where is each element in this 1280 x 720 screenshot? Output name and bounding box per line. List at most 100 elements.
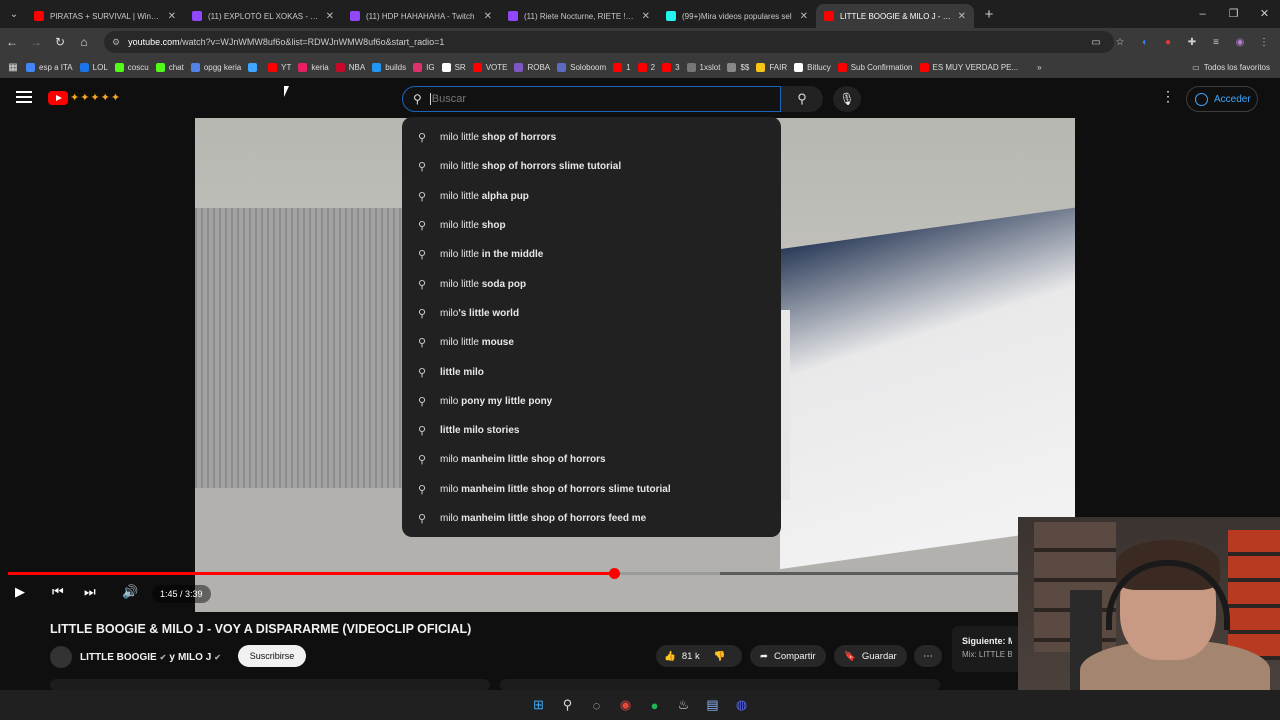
search-suggestion-item[interactable]: ⚲ little milo [402, 357, 781, 386]
bookmark-item[interactable]: builds [372, 62, 406, 72]
minimize-button[interactable]: – [1187, 0, 1218, 28]
previous-icon[interactable]: ⏮ [52, 584, 64, 600]
search-suggestion-item[interactable]: ⚲ milo little mouse [402, 328, 781, 357]
bookmark-item[interactable]: opgg keria [190, 62, 241, 72]
tab-close-icon[interactable]: ✕ [958, 11, 966, 22]
notepad-icon[interactable]: ▤ [700, 692, 726, 718]
bookmark-item[interactable]: LOL [79, 62, 108, 72]
more-actions-icon[interactable]: ⋯ [914, 645, 942, 667]
search-suggestion-item[interactable]: ⚲ milo manheim little shop of horrors [402, 445, 781, 474]
channel-info[interactable]: LITTLE BOOGIE ✔ y MILO J ✔ [50, 646, 221, 668]
profile-avatar-icon[interactable]: ◉ [1228, 37, 1252, 48]
search-suggestion-item[interactable]: ⚲ milo little in the middle [402, 240, 781, 269]
bookmark-item[interactable]: NBA [335, 62, 365, 72]
bookmark-item[interactable]: SR [441, 62, 466, 72]
bookmark-item[interactable]: IG [413, 62, 435, 72]
share-button[interactable]: ➦ Compartir [750, 645, 826, 667]
search-suggestion-item[interactable]: ⚲ milo little shop of horrors slime tutor… [402, 152, 781, 181]
reload-icon[interactable]: ↻ [48, 35, 72, 49]
extension-red-icon[interactable]: ● [1156, 37, 1180, 48]
chrome-icon[interactable]: ◉ [613, 692, 639, 718]
extensions-puzzle-icon[interactable]: ✚ [1180, 37, 1204, 48]
search-suggestion-item[interactable]: ⚲ milo little soda pop [402, 269, 781, 298]
discord-icon[interactable]: ◍ [729, 692, 755, 718]
maximize-button[interactable]: ❐ [1218, 0, 1249, 28]
steam-icon[interactable]: ♨ [671, 692, 697, 718]
tab-close-icon[interactable]: ✕ [800, 11, 808, 22]
tab-close-icon[interactable]: ✕ [326, 11, 334, 22]
sign-in-button[interactable]: Acceder [1186, 86, 1258, 112]
app-icon[interactable]: ◌ [584, 692, 610, 718]
windows-start-icon[interactable]: ⊞ [526, 692, 552, 718]
bookmark-item[interactable]: Soloboom [557, 62, 606, 72]
search-suggestion-item[interactable]: ⚲ milo pony my little pony [402, 387, 781, 416]
browser-tab[interactable]: (11) HDP HAHAHAHA - Twitch ✕ [342, 4, 500, 28]
taskbar-search-icon[interactable]: ⚲ [555, 692, 581, 718]
browser-tab[interactable]: LITTLE BOOGIE & MILO J - VOY ✕ [816, 4, 974, 28]
bookmark-item[interactable]: Bitlucy [794, 62, 831, 72]
tab-search-chevron-icon[interactable]: ⌄ [2, 4, 26, 24]
bookmark-item[interactable]: esp a ITA [26, 62, 73, 72]
next-icon[interactable]: ⏭ [84, 584, 96, 600]
home-icon[interactable]: ⌂ [72, 35, 96, 49]
volume-icon[interactable]: 🔊 [122, 584, 138, 600]
back-icon[interactable]: ← [0, 35, 24, 49]
bookmark-item[interactable]: ES MUY VERDAD PE... [919, 62, 1018, 72]
bookmark-item[interactable]: 1 [613, 62, 631, 72]
bookmarks-overflow-icon[interactable]: » [1037, 63, 1041, 72]
tab-close-icon[interactable]: ✕ [168, 11, 176, 22]
browser-tab[interactable]: (11) EXPLOTÓ EL XOKAS - Twitc ✕ [184, 4, 342, 28]
bookmark-item[interactable]: 3 [662, 62, 680, 72]
search-suggestion-item[interactable]: ⚲ milo little shop [402, 211, 781, 240]
tab-close-icon[interactable]: ✕ [484, 11, 492, 22]
channel-avatar[interactable] [50, 646, 72, 668]
search-suggestion-item[interactable]: ⚲ milo manheim little shop of horrors sli… [402, 475, 781, 504]
subscribe-button[interactable]: Suscribirse [238, 645, 306, 667]
like-button[interactable]: 👍 81 k [664, 651, 700, 662]
dislike-button[interactable]: 👎 [714, 651, 726, 662]
bookmark-item[interactable]: VOTE [472, 62, 507, 72]
browser-tab[interactable]: PIRATAS + SURVIVAL | WindRo ✕ [26, 4, 184, 28]
bookmark-item[interactable]: FAIR [756, 62, 787, 72]
video-progress-bar[interactable] [8, 568, 1018, 579]
bookmark-star-icon[interactable]: ☆ [1108, 37, 1132, 48]
all-bookmarks-folder[interactable]: ▭ Todos los favoritos [1192, 63, 1270, 72]
browser-tab[interactable]: (99+)Mira videos populares sel ✕ [658, 4, 816, 28]
scrubber-handle[interactable] [609, 568, 620, 579]
spotify-icon[interactable]: ● [642, 692, 668, 718]
channel-name[interactable]: LITTLE BOOGIE [80, 652, 157, 663]
bookmark-item[interactable]: 2 [637, 62, 655, 72]
bookmark-item[interactable] [248, 62, 261, 72]
bookmark-item[interactable]: keria [298, 62, 329, 72]
url-bar[interactable]: ⚙ youtube.com/watch?v=WJnWMW8uf6o&list=R… [104, 31, 1114, 53]
search-suggestion-item[interactable]: ⚲ milo little shop of horrors [402, 123, 781, 152]
bookmark-item[interactable]: $$ [727, 62, 749, 72]
settings-kebab-icon[interactable]: ⋮ [1160, 88, 1176, 105]
doodle-figures-icon[interactable]: ✦✦✦✦✦ [70, 91, 121, 104]
bookmark-item[interactable]: chat [155, 62, 184, 72]
search-button[interactable]: ⚲ [781, 86, 823, 112]
play-icon[interactable]: ▶ [15, 584, 25, 600]
extension-blue-icon[interactable]: ◖ [1132, 37, 1156, 48]
forward-icon[interactable]: → [24, 35, 48, 49]
tab-close-icon[interactable]: ✕ [642, 11, 650, 22]
youtube-logo-icon[interactable] [48, 91, 68, 105]
save-button[interactable]: 🔖 Guardar [834, 645, 907, 667]
search-suggestion-item[interactable]: ⚲ milo manheim little shop of horrors fee… [402, 504, 781, 533]
bookmark-item[interactable]: ROBA [514, 62, 550, 72]
browser-menu-icon[interactable]: ⋮ [1252, 37, 1276, 48]
voice-search-button[interactable]: 🎙 [833, 86, 861, 112]
search-input[interactable]: ⚲ Buscar [402, 86, 781, 112]
bookmark-item[interactable]: coscu [114, 62, 149, 72]
up-next-card[interactable]: Siguiente: Mi Mix: LITTLE BOO [952, 626, 1022, 672]
reading-list-icon[interactable]: ≡ [1204, 37, 1228, 48]
search-suggestion-item[interactable]: ⚲ milo's little world [402, 299, 781, 328]
browser-tab[interactable]: (11) Riete Nocturne, RIETE ! xdd ✕ [500, 4, 658, 28]
close-window-button[interactable]: ✕ [1249, 0, 1280, 28]
apps-grid-icon[interactable]: ▦ [0, 62, 26, 73]
new-tab-button[interactable]: + [978, 6, 1000, 23]
bookmark-item[interactable]: Sub Confirmation [837, 62, 913, 72]
channel-name-2[interactable]: MILO J [178, 652, 211, 663]
bookmark-item[interactable]: YT [268, 62, 291, 72]
site-info-icon[interactable]: ⚙ [112, 37, 120, 48]
